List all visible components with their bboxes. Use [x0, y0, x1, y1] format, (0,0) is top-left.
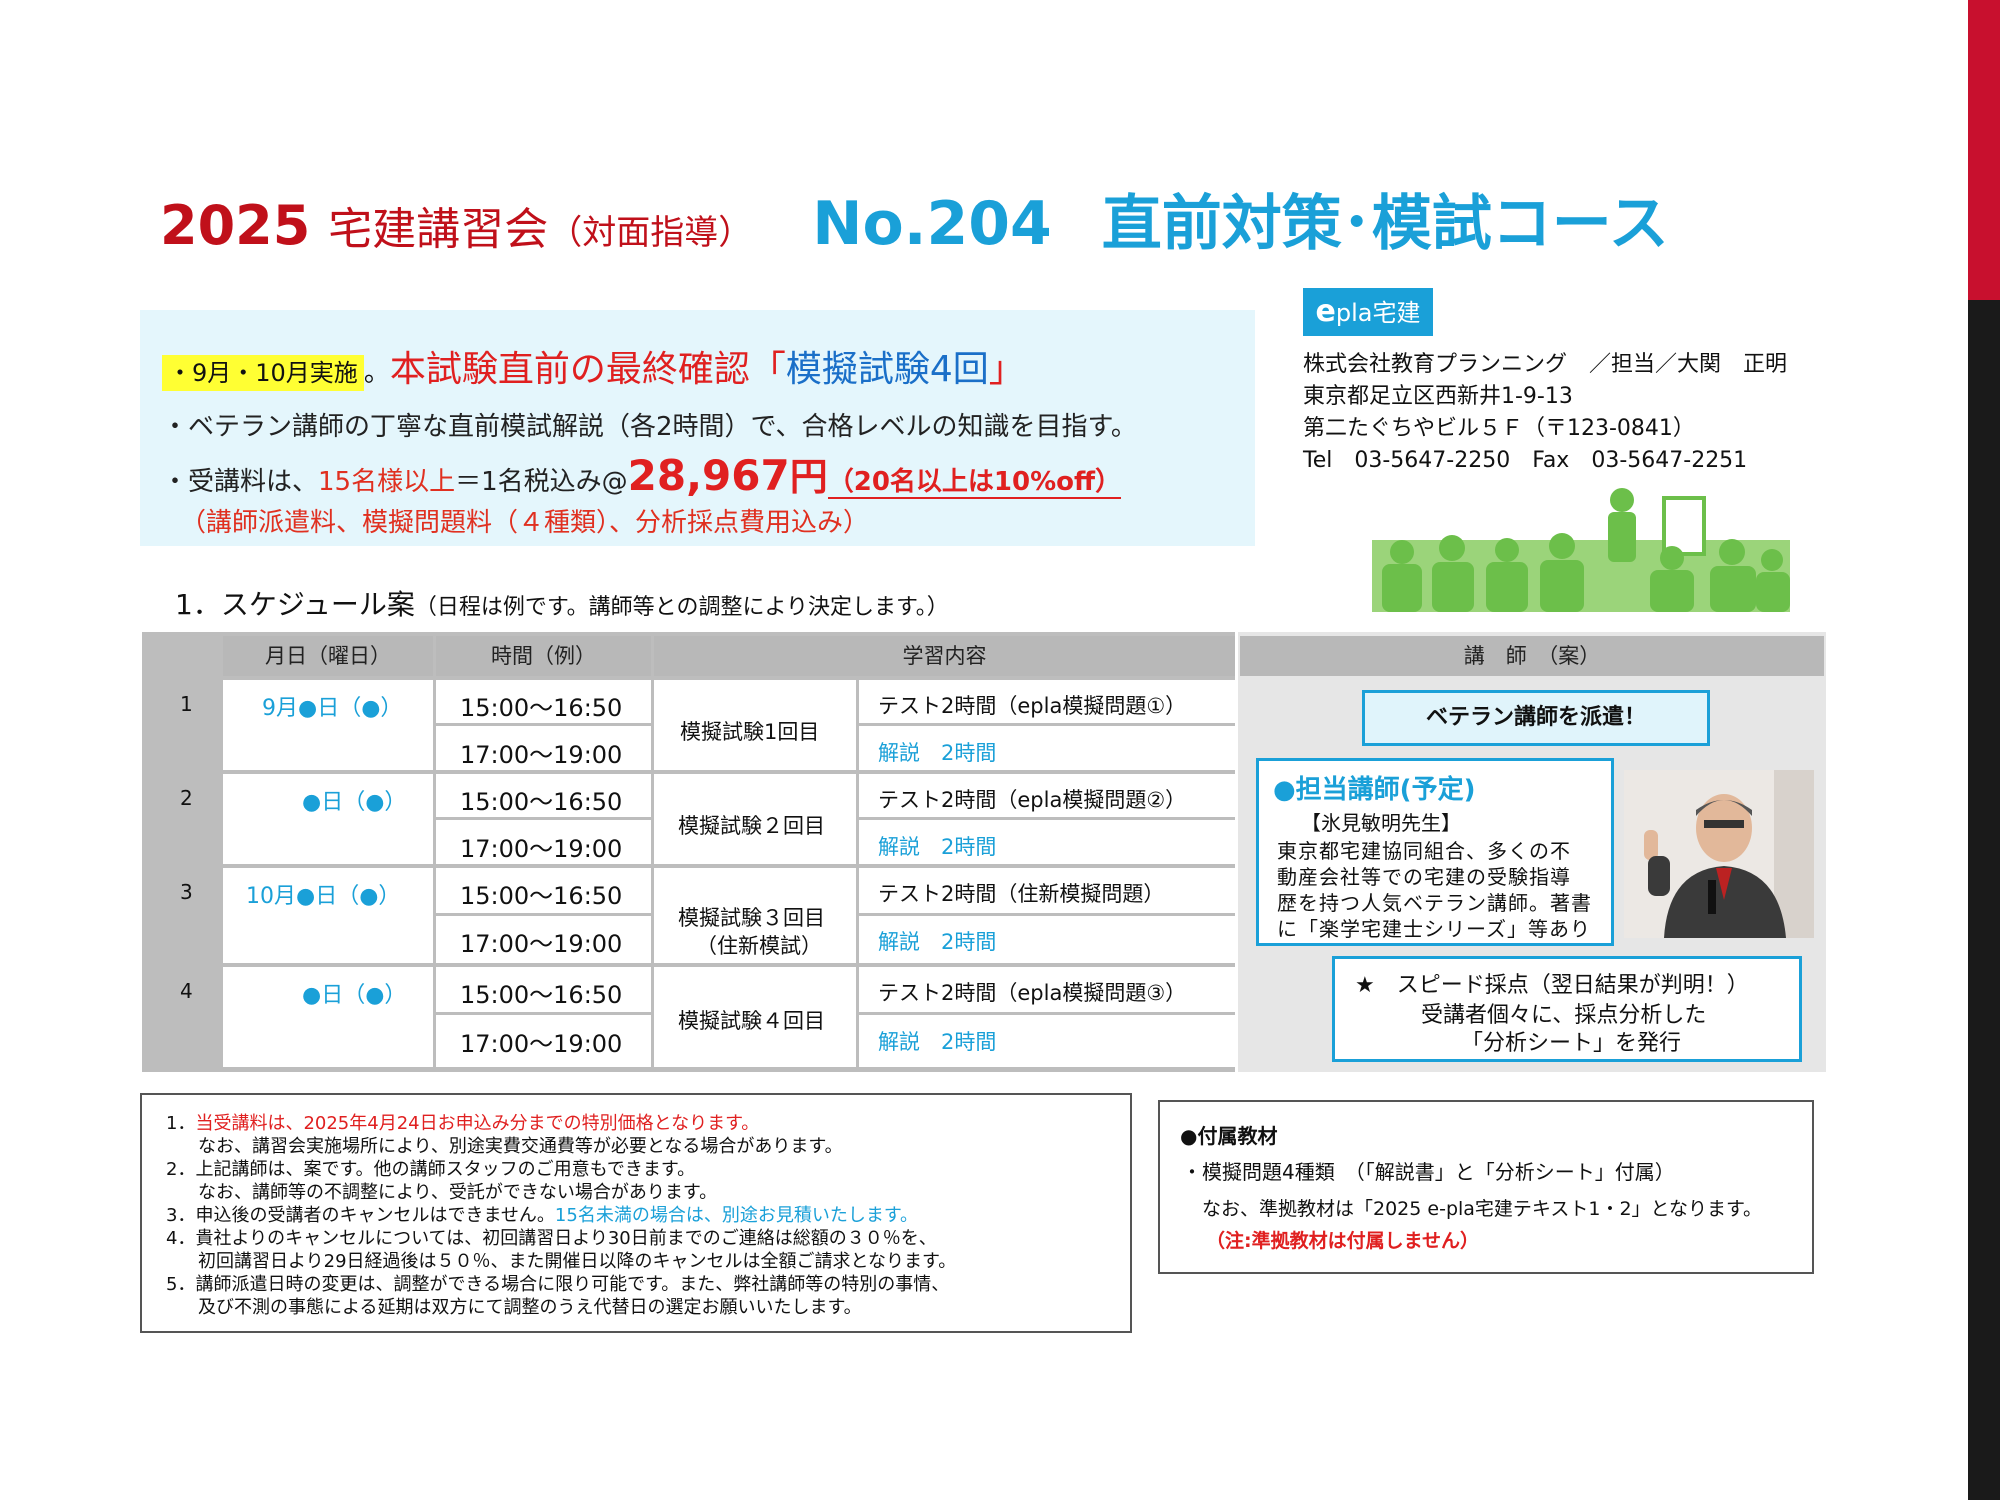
materials-heading: ●付属教材: [1180, 1124, 1278, 1148]
row2-time1: 15:00～16:50: [460, 788, 623, 816]
intro-line-4: （講師派遣料、模擬問題料（４種類）、分析採点費用込み）: [180, 502, 869, 539]
intro-line-2: ・ベテラン講師の丁寧な直前模試解説（各2時間）で、合格レベルの知識を目指す。: [162, 412, 1137, 442]
teacher-heading: ●担当講師(予定): [1273, 775, 1476, 805]
row3-exam: 模擬試験３回目: [678, 906, 825, 930]
veteran-banner: ベテラン講師を派遣！: [1362, 690, 1710, 746]
note-1-head: 1．: [166, 1113, 196, 1134]
teacher-desc-4: に「楽学宅建士シリーズ」等あり: [1277, 917, 1591, 941]
teacher-photo: [1624, 770, 1814, 938]
row1-content1: テスト2時間（epla模擬問題①）: [878, 694, 1187, 718]
header-teacher: 講 師 （案）: [1240, 636, 1824, 676]
intro-bracket-open: 「: [749, 349, 786, 390]
row4-date: ●日（●）: [302, 983, 407, 1008]
row1-exam: 模擬試験1回目: [680, 720, 820, 744]
row1-number: 1: [180, 692, 193, 716]
teacher-name: 【氷見敏明先生】: [1301, 811, 1461, 835]
materials-box: ●付属教材 ・模擬問題4種類 （「解説書」と「分析シート」付属） なお、準拠教材…: [1158, 1100, 1814, 1274]
notes-box: 1．当受講料は、2025年4月24日お申込み分までの特別価格となります。 なお、…: [140, 1093, 1132, 1333]
period-highlight: ・9月・10月実施: [162, 355, 364, 391]
fee-includes: （講師派遣料、模擬問題料（４種類）、分析採点費用込み）: [180, 508, 870, 538]
row1-time2: 17:00～19:00: [460, 741, 623, 769]
row4-exam: 模擬試験４回目: [678, 1009, 825, 1033]
materials-line-2: なお、準拠教材は「2025 e-pla宅建テキスト1・2」となります。: [1202, 1198, 1763, 1220]
row4-time1: 15:00～16:50: [460, 981, 623, 1009]
intro-dot: 。: [363, 358, 390, 388]
logo-text: pla宅建: [1335, 299, 1421, 327]
row2-number: 2: [180, 786, 193, 810]
schedule-heading: 1．スケジュール案（日程は例です。講師等との調整により決定します。）: [175, 583, 949, 623]
row1-time1: 15:00～16:50: [460, 694, 623, 722]
row3-exam-sub: （住新模試）: [696, 934, 822, 958]
intro-line-3: ・受講料は、15名様以上＝1名税込み@28,967円（20名以上は10%off）: [162, 446, 1122, 501]
speed-grading-box: ★ スピード採点（翌日結果が判明！） 受講者個々に、採点分析した 「分析シート」…: [1332, 956, 1802, 1062]
teacher-box: ●担当講師(予定) 【氷見敏明先生】 東京都宅建協同組合、多くの不 動産会社等で…: [1256, 758, 1614, 946]
schedule-title: 1．スケジュール案: [175, 588, 415, 621]
row3-number: 3: [180, 880, 193, 904]
row2-time2: 17:00～19:00: [460, 835, 623, 863]
row2-date: ●日（●）: [302, 790, 407, 815]
header-content: 学習内容: [654, 636, 1235, 676]
row1-date: 9月●日（●）: [262, 696, 403, 721]
materials-line-3: （注:準拠教材は付属しません）: [1206, 1230, 1480, 1252]
fee-amount: 28,967: [627, 451, 790, 500]
row3-content2: 解説 2時間: [878, 930, 997, 954]
edge-accent-dark: [1968, 300, 2000, 1500]
fee-discount-note: （20名以上は10%off）: [827, 467, 1122, 499]
row3-content1: テスト2時間（住新模擬問題）: [878, 882, 1165, 906]
row1-content2: 解説 2時間: [878, 741, 997, 765]
row3-date: 10月●日（●）: [246, 884, 401, 909]
speed-line-1: ★ スピード採点（翌日結果が判明！）: [1355, 973, 1749, 998]
row2-exam: 模擬試験２回目: [678, 814, 825, 838]
epla-logo: epla宅建: [1303, 288, 1433, 336]
row4-number: 4: [180, 979, 193, 1003]
company-name: 株式会社教育プランニング ／担当／大関 正明: [1303, 352, 1788, 377]
logo-e: e: [1315, 294, 1336, 329]
materials-line-1: ・模擬問題4種類 （「解説書」と「分析シート」付属）: [1182, 1160, 1675, 1184]
row2-content1: テスト2時間（epla模擬問題②）: [878, 788, 1187, 812]
row3-time1: 15:00～16:50: [460, 882, 623, 910]
title-main: 宅建講習会: [328, 204, 549, 255]
row4-time2: 17:00～19:00: [460, 1030, 623, 1058]
speed-line-3: 「分析シート」を発行: [1461, 1031, 1682, 1056]
header-date: 月日（曜日）: [223, 636, 433, 676]
note-3-estimate: 15名未満の場合は、別途お見積いたします。: [554, 1205, 919, 1226]
lecture-illustration: [1372, 488, 1790, 612]
schedule-subtitle: （日程は例です。講師等との調整により決定します。）: [414, 595, 949, 620]
company-phone: Tel 03-5647-2250 Fax 03-5647-2251: [1303, 448, 1748, 473]
fee-prefix: ・受講料は、: [162, 467, 319, 497]
note-3-text: 3．申込後の受講者のキャンセルはできません。: [166, 1205, 555, 1226]
row2-content2: 解説 2時間: [878, 835, 997, 859]
teacher-desc-3: 歴を持つ人気ベテラン講師。著書: [1277, 891, 1592, 915]
teacher-desc-1: 東京都宅建協同組合、多くの不: [1277, 839, 1571, 863]
course-name: 直前対策･模試コース: [1101, 189, 1669, 259]
fee-mid: ＝1名税込み@: [455, 467, 628, 497]
intro-line-1: ・9月・10月実施 。本試験直前の最終確認「模擬試験4回」: [162, 340, 1025, 392]
header-time: 時間（例）: [436, 636, 651, 676]
note-1-price: 当受講料は、2025年4月24日お申込み分までの特別価格となります。: [195, 1113, 760, 1134]
row4-content1: テスト2時間（epla模擬問題③）: [878, 981, 1187, 1005]
intro-bracket-close: 」: [988, 349, 1025, 390]
edge-accent-red: [1968, 0, 2000, 300]
teacher-desc-2: 動産会社等での宅建の受験指導: [1277, 865, 1571, 889]
page-title: 2025 宅建講習会（対面指導） No.204 直前対策･模試コース: [160, 175, 1960, 259]
fee-min-participants: 15名様以上: [318, 467, 456, 497]
row4-content2: 解説 2時間: [878, 1030, 997, 1054]
company-address: 東京都足立区西新井1-9-13: [1303, 384, 1573, 409]
course-number: No.204: [812, 189, 1052, 259]
intro-headline: 本試験直前の最終確認: [389, 349, 750, 390]
fee-yen: 円: [789, 455, 828, 499]
title-paren: （対面指導）: [548, 213, 753, 253]
row3-time2: 17:00～19:00: [460, 930, 623, 958]
intro-box: ・9月・10月実施 。本試験直前の最終確認「模擬試験4回」 ・ベテラン講師の丁寧な…: [140, 310, 1255, 546]
company-building: 第二たぐちやビル５Ｆ（〒123-0841）: [1303, 416, 1695, 441]
intro-mock-count: 模擬試験4回: [785, 349, 989, 390]
title-year: 2025: [160, 194, 311, 257]
note-5b: 及び不測の事態による延期は双方にて調整のうえ代替日の選定お願いいたします。: [198, 1297, 862, 1318]
